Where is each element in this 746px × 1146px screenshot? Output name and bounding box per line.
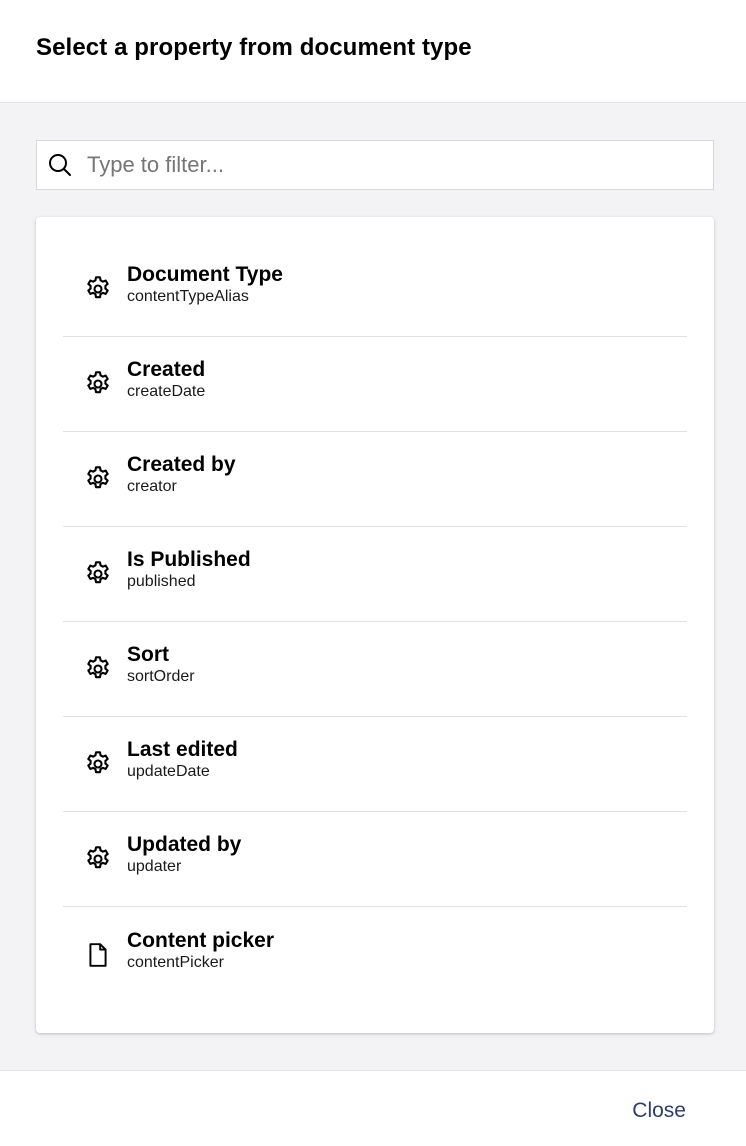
item-name: Document Type	[127, 263, 283, 286]
search-box[interactable]	[36, 140, 714, 190]
close-button[interactable]: Close	[632, 1099, 686, 1123]
item-name: Updated by	[127, 833, 242, 856]
dialog-header: Select a property from document type	[0, 0, 746, 103]
list-item[interactable]: Sort sortOrder	[63, 622, 687, 717]
item-name: Created	[127, 358, 206, 381]
gear-icon	[83, 844, 113, 874]
item-name: Created by	[127, 453, 236, 476]
gear-icon	[83, 369, 113, 399]
document-icon	[83, 940, 113, 970]
item-alias: creator	[127, 478, 177, 495]
gear-icon	[83, 464, 113, 494]
item-alias: updater	[127, 858, 182, 875]
item-alias: updateDate	[127, 763, 210, 780]
item-name: Sort	[127, 643, 169, 666]
list-item[interactable]: Last edited updateDate	[63, 717, 687, 812]
item-alias: createDate	[127, 383, 206, 400]
list-item[interactable]: Updated by updater	[63, 812, 687, 907]
list-item[interactable]: Created by creator	[63, 432, 687, 527]
filter-input[interactable]	[85, 151, 689, 179]
dialog-footer: Close	[0, 1070, 746, 1146]
property-list: Document Type contentTypeAlias Created c…	[36, 217, 714, 1033]
list-item[interactable]: Created createDate	[63, 337, 687, 432]
list-item[interactable]: Document Type contentTypeAlias	[63, 242, 687, 337]
item-name: Is Published	[127, 548, 251, 571]
dialog-title: Select a property from document type	[36, 34, 472, 61]
dialog-body: Document Type contentTypeAlias Created c…	[0, 103, 746, 1070]
item-name: Content picker	[127, 928, 275, 952]
list-item[interactable]: Is Published published	[63, 527, 687, 622]
item-name: Last edited	[127, 738, 238, 761]
gear-icon	[83, 654, 113, 684]
gear-icon	[83, 274, 113, 304]
search-icon	[47, 152, 73, 178]
property-picker-dialog: Select a property from document type Doc…	[0, 0, 746, 1146]
item-alias: contentPicker	[127, 953, 224, 971]
gear-icon	[83, 749, 113, 779]
item-alias: contentTypeAlias	[127, 288, 249, 305]
list-item[interactable]: Content picker contentPicker	[63, 907, 687, 1002]
item-alias: sortOrder	[127, 668, 195, 685]
item-alias: published	[127, 573, 196, 590]
gear-icon	[83, 559, 113, 589]
